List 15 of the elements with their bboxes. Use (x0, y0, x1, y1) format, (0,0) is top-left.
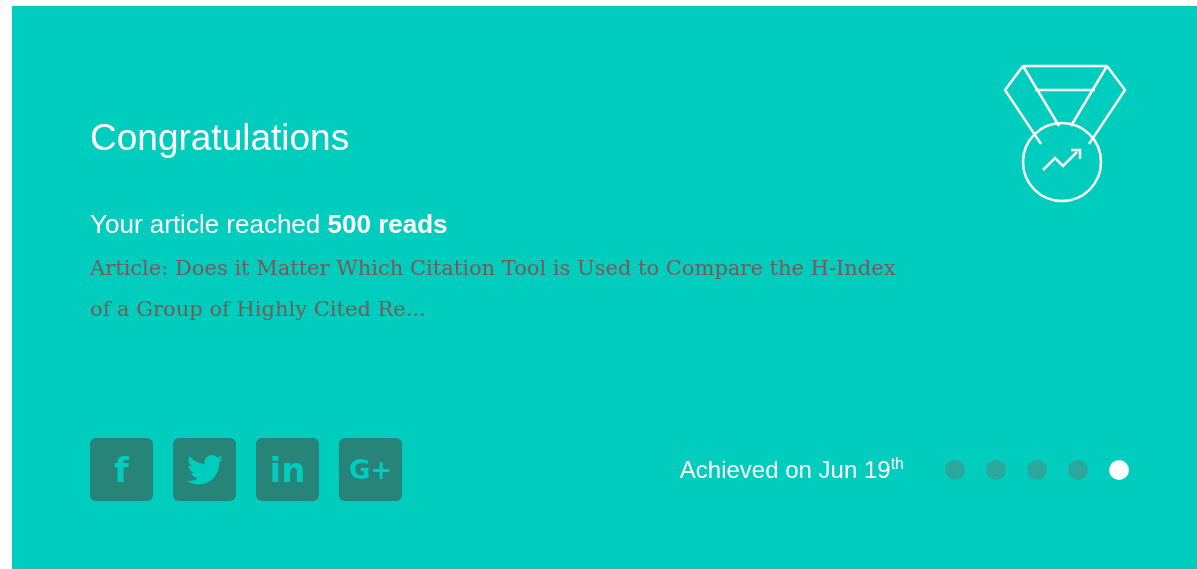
pager-dot[interactable] (1109, 459, 1129, 480)
bird-icon (186, 454, 223, 485)
google-plus-button[interactable]: G+ (339, 438, 402, 501)
reads-message: Your article reached 500 reads (90, 208, 449, 240)
achieved-date: Achieved on Jun 19$^{th}$ (679, 455, 904, 484)
pager-dot[interactable] (986, 459, 1006, 480)
medal-icon (1001, 64, 1129, 204)
facebook-button[interactable]: f (90, 438, 153, 501)
pager-dot[interactable] (1027, 459, 1047, 480)
article-title: Article: Does it Matter Which Citation Tool is Used to Compare the H-Index of a Group of Highly Cited Re... (90, 255, 897, 323)
twitter-button[interactable] (173, 438, 236, 501)
pager-dot[interactable] (945, 459, 965, 480)
linkedin-button[interactable]: in (256, 438, 319, 501)
pager-dot[interactable] (1068, 459, 1088, 480)
card-title: Congratulations (90, 116, 351, 160)
